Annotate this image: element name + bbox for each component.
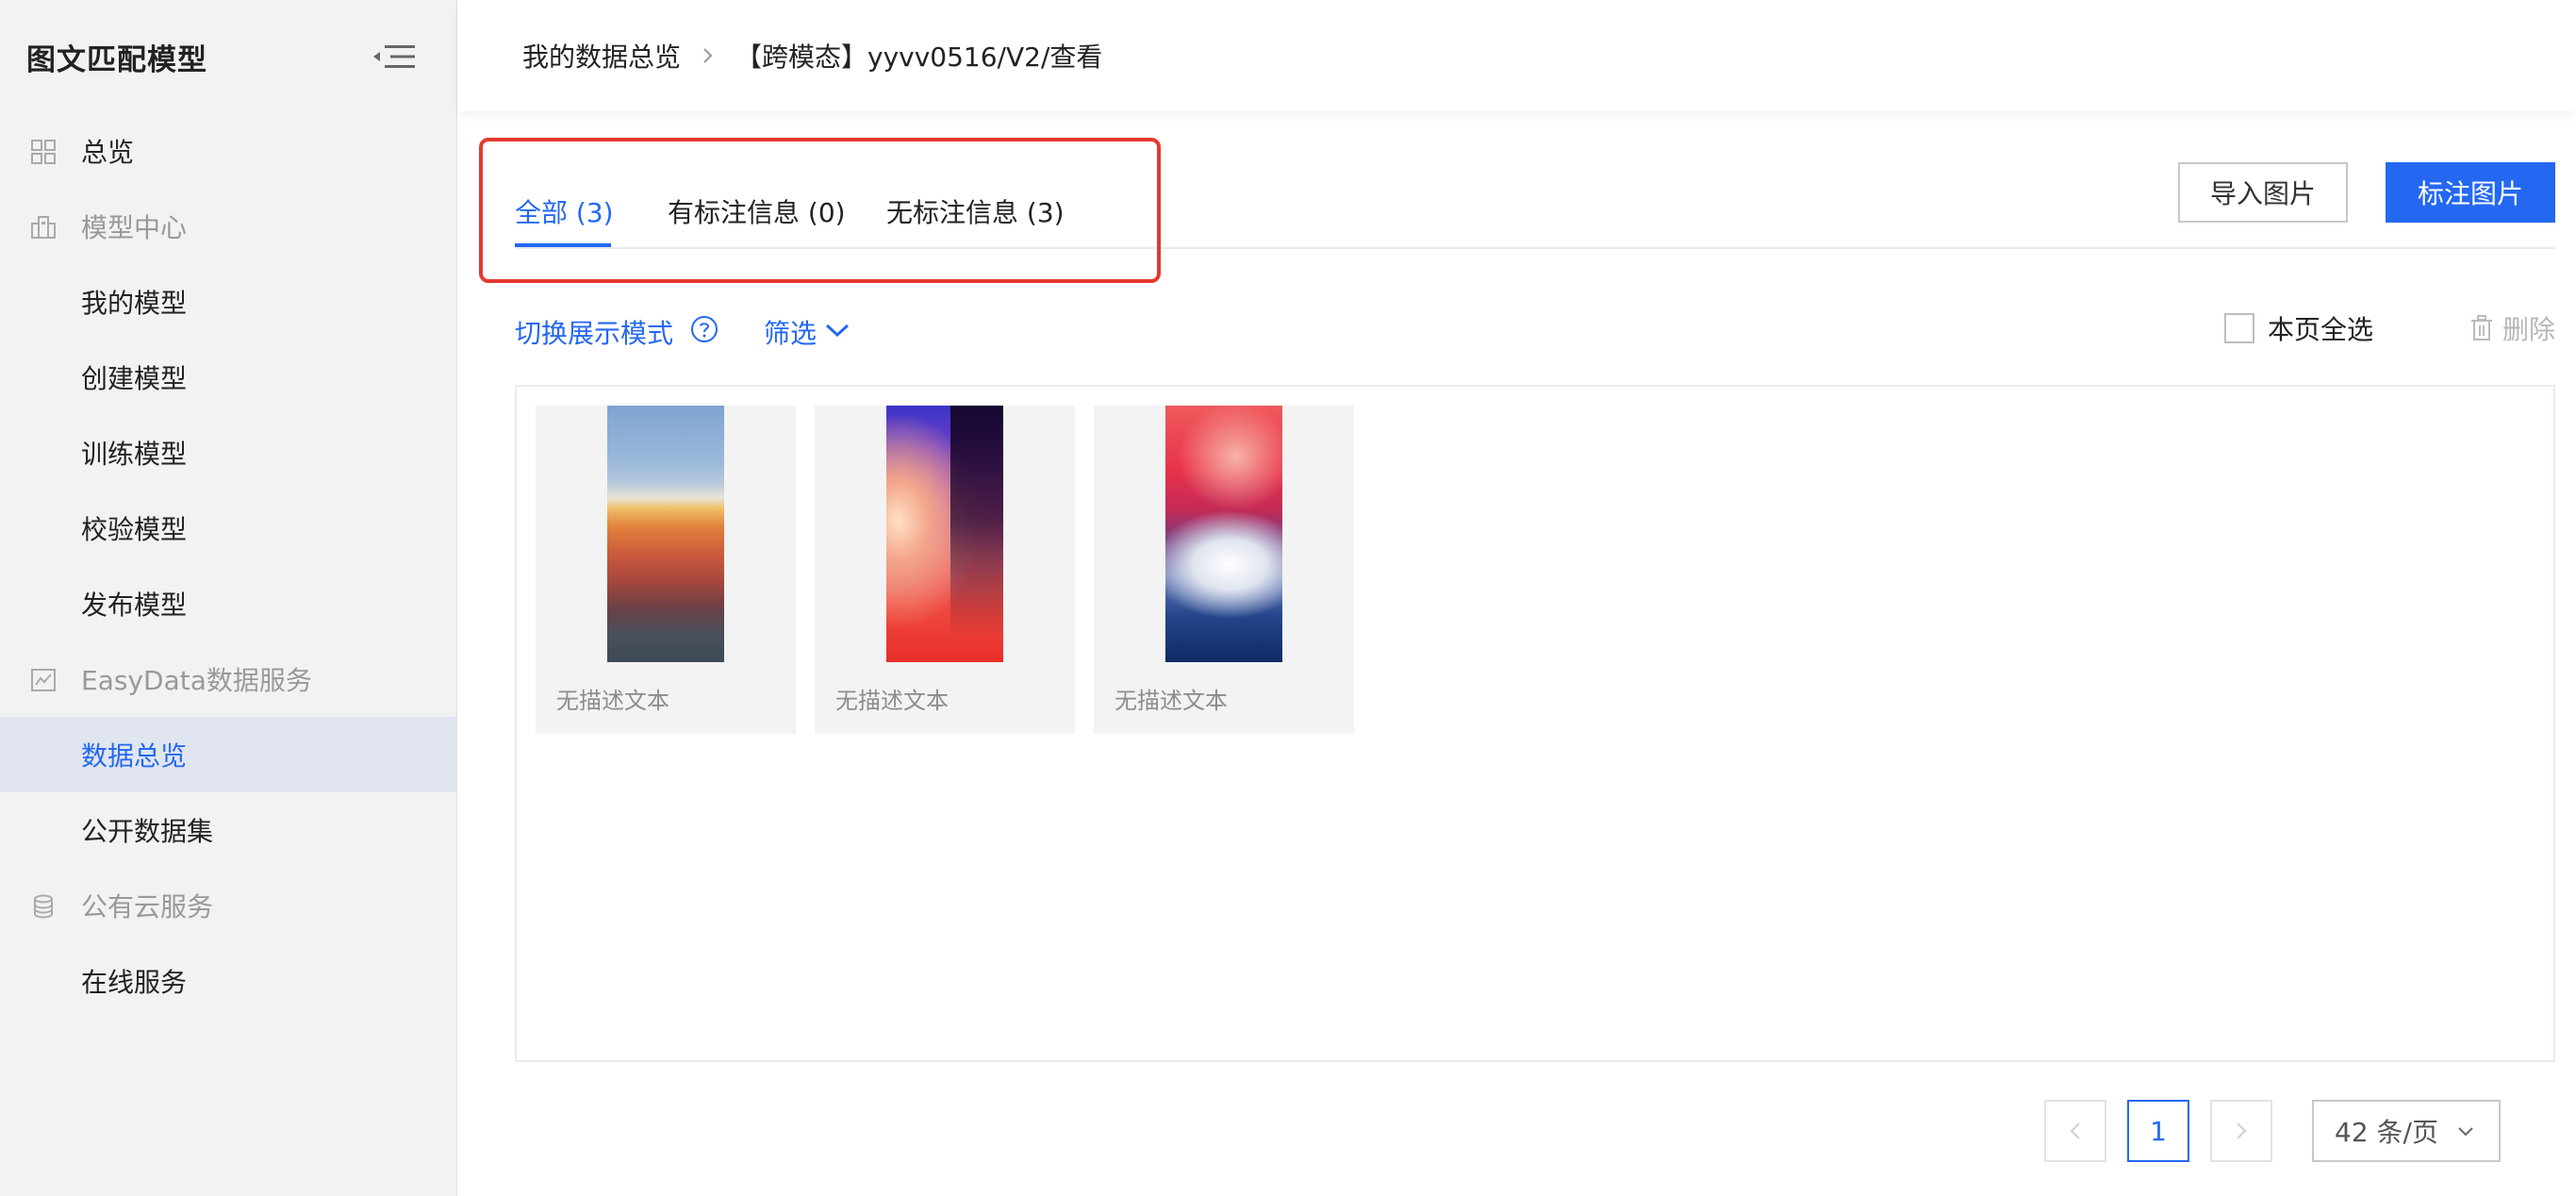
prev-page-button[interactable] (2044, 1100, 2106, 1162)
chevron-down-icon[interactable] (824, 321, 850, 340)
sidebar-item-label: 模型中心 (81, 212, 188, 243)
sidebar-group-easydata[interactable]: EasyData数据服务 (0, 641, 456, 717)
sidebar-item-label: 数据总览 (81, 740, 188, 772)
question-circle-icon[interactable] (690, 315, 718, 343)
sidebar-item-label: 公有云服务 (81, 891, 214, 922)
trash-icon (2471, 315, 2492, 341)
sidebar-group-public-cloud[interactable]: 公有云服务 (0, 868, 456, 943)
chevron-right-icon (703, 48, 713, 63)
sidebar-item-label: 训练模型 (81, 439, 188, 470)
sidebar-group-model-center[interactable]: 模型中心 (0, 189, 456, 264)
grid-icon (31, 140, 56, 164)
image-caption: 无描述文本 (556, 688, 669, 714)
sidebar-item-label: 校验模型 (81, 514, 188, 545)
image-thumbnail[interactable] (607, 406, 724, 662)
active-tab-indicator (515, 243, 611, 247)
checkbox-box[interactable] (2224, 313, 2254, 343)
image-card[interactable]: 无描述文本 (815, 406, 1075, 734)
toolbar: 切换展示模式 筛选 本页全选 删除 (515, 307, 2555, 355)
switch-display-mode-link[interactable]: 切换展示模式 (515, 313, 673, 351)
image-card[interactable]: 无描述文本 (1094, 406, 1354, 734)
delete-label: 删除 (2502, 314, 2556, 345)
app-title: 图文匹配模型 (26, 42, 207, 77)
select-all-checkbox[interactable]: 本页全选 (2224, 309, 2373, 347)
sidebar-item-data-overview[interactable]: 数据总览 (0, 717, 456, 792)
sidebar-item-label: 公开数据集 (81, 816, 214, 847)
chevron-down-icon (2458, 1127, 2473, 1137)
image-card[interactable]: 无描述文本 (536, 406, 796, 734)
sidebar-item-label: EasyData数据服务 (81, 665, 312, 696)
buildings-icon (31, 216, 56, 239)
main-content: 全部 (3) 有标注信息 (0) 无标注信息 (3) 导入图片 标注图片 切换展… (458, 111, 2576, 1196)
chart-icon (31, 669, 56, 691)
breadcrumb: 我的数据总览 【跨模态】yyvv0516/V2/查看 (458, 0, 2576, 111)
sidebar-item-label: 总览 (81, 137, 135, 168)
image-caption: 无描述文本 (1115, 688, 1228, 714)
chevron-left-icon (2070, 1122, 2080, 1139)
sidebar-item-validate-model[interactable]: 校验模型 (0, 490, 456, 566)
next-page-button[interactable] (2210, 1100, 2272, 1162)
page-size-select[interactable]: 42 条/页 (2312, 1100, 2501, 1162)
sidebar-item-label: 我的模型 (81, 288, 188, 319)
sidebar-item-label: 发布模型 (81, 590, 188, 621)
sidebar-header: 图文匹配模型 (0, 0, 456, 113)
sidebar-item-overview[interactable]: 总览 (0, 113, 456, 189)
import-images-button[interactable]: 导入图片 (2178, 162, 2348, 223)
sidebar: 图文匹配模型 总览 模型中心 我的模型 创建模型 训练模型 校验模型 发布模型 … (0, 0, 457, 1196)
filter-dropdown[interactable]: 筛选 (764, 313, 817, 351)
sidebar-item-my-models[interactable]: 我的模型 (0, 264, 456, 340)
sidebar-item-label: 创建模型 (81, 363, 188, 394)
collapse-menu-icon[interactable] (372, 38, 419, 75)
annotate-images-button[interactable]: 标注图片 (2386, 162, 2555, 223)
sidebar-item-online-service[interactable]: 在线服务 (0, 943, 456, 1019)
pagination: 1 42 条/页 (458, 1100, 2576, 1162)
sidebar-item-publish-model[interactable]: 发布模型 (0, 566, 456, 641)
database-icon (34, 894, 53, 919)
tab-all[interactable]: 全部 (3) (515, 192, 614, 230)
page-size-value: 42 条/页 (2335, 1117, 2438, 1148)
sidebar-item-train-model[interactable]: 训练模型 (0, 415, 456, 490)
select-all-label: 本页全选 (2268, 314, 2374, 345)
tab-annotated[interactable]: 有标注信息 (0) (668, 192, 846, 230)
page-number-button[interactable]: 1 (2127, 1100, 2189, 1162)
image-thumbnail[interactable] (1165, 406, 1282, 662)
image-thumbnail[interactable] (886, 406, 1003, 662)
sidebar-item-label: 在线服务 (81, 967, 188, 998)
breadcrumb-parent-link[interactable]: 我的数据总览 (522, 37, 681, 75)
tab-unannotated[interactable]: 无标注信息 (3) (886, 192, 1065, 230)
chevron-right-icon (2237, 1122, 2247, 1139)
image-caption: 无描述文本 (835, 688, 949, 714)
breadcrumb-current: 【跨模态】yyvv0516/V2/查看 (735, 42, 1103, 73)
sidebar-item-create-model[interactable]: 创建模型 (0, 340, 456, 415)
delete-button[interactable]: 删除 (2470, 309, 2555, 347)
sidebar-item-public-datasets[interactable]: 公开数据集 (0, 792, 456, 868)
image-gallery: 无描述文本 无描述文本 无描述文本 (515, 385, 2555, 1062)
